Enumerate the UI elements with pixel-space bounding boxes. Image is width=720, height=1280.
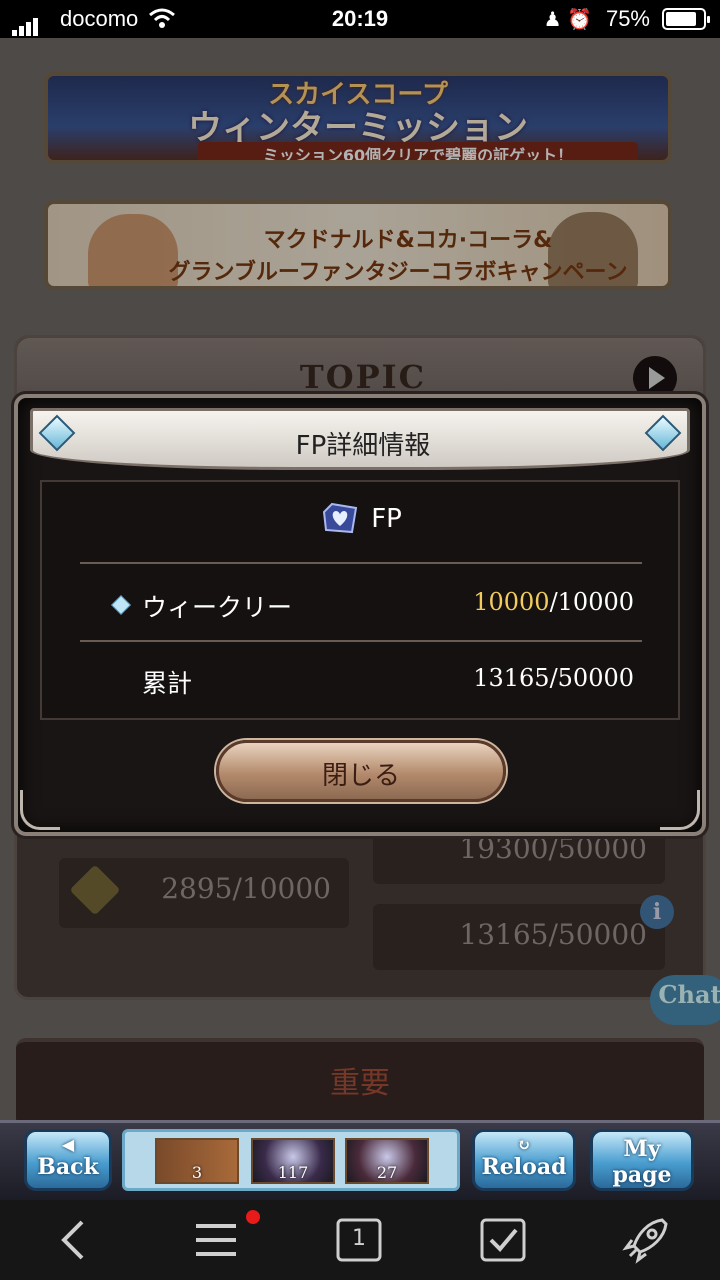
reload-button[interactable]: ↻ Reload bbox=[472, 1129, 576, 1191]
back-button[interactable]: ◀ Back bbox=[24, 1129, 112, 1191]
notification-dot bbox=[246, 1210, 260, 1224]
fp-heart-icon bbox=[322, 502, 358, 536]
alarm-icon: ♟ ⏰ bbox=[543, 9, 592, 31]
back-button-label: Back bbox=[37, 1154, 99, 1180]
status-bar: docomo 20:19 ♟ ⏰ 75% bbox=[0, 0, 720, 38]
mypage-button[interactable]: My page bbox=[590, 1129, 694, 1191]
frame-ornament bbox=[660, 790, 700, 830]
item-count: 27 bbox=[376, 1163, 398, 1182]
tab-count: 1 bbox=[352, 1226, 366, 1251]
item-count: 3 bbox=[191, 1163, 203, 1182]
total-label: 累計 bbox=[142, 669, 193, 698]
battery-icon bbox=[662, 8, 710, 30]
tabs-button[interactable]: 1 bbox=[330, 1214, 390, 1266]
dialog-body: FP ウィークリー 10000/10000 累計 13165/50000 bbox=[40, 480, 680, 720]
reload-button-label: Reload bbox=[481, 1154, 567, 1180]
reload-icon: ↻ bbox=[517, 1135, 531, 1154]
divider bbox=[80, 562, 642, 564]
diamond-bullet-icon bbox=[111, 595, 131, 615]
fp-heading: FP bbox=[42, 502, 682, 536]
item-slot[interactable]: 27 bbox=[345, 1138, 429, 1184]
close-button[interactable]: 閉じる bbox=[216, 740, 506, 802]
total-row: 累計 13165/50000 bbox=[42, 658, 682, 702]
back-arrow-icon: ◀ bbox=[61, 1135, 75, 1154]
checkbox-icon[interactable] bbox=[474, 1214, 534, 1266]
dialog-title: FP詳細情報 bbox=[295, 431, 431, 461]
total-value: 13165/50000 bbox=[473, 664, 634, 692]
weekly-label: ウィークリー bbox=[142, 593, 293, 622]
mypage-label-line1: My bbox=[623, 1136, 661, 1162]
battery-percent: 75% bbox=[605, 6, 650, 31]
item-count: 117 bbox=[277, 1163, 309, 1182]
weekly-row: ウィークリー 10000/10000 bbox=[42, 582, 682, 626]
divider bbox=[80, 640, 642, 642]
chevron-left-icon[interactable] bbox=[46, 1214, 106, 1266]
game-navbar: ◀ Back 3 117 27 ↻ Reload My page bbox=[0, 1120, 720, 1200]
weekly-value: 10000/10000 bbox=[473, 588, 634, 616]
frame-ornament bbox=[20, 790, 60, 830]
close-button-label: 閉じる bbox=[321, 761, 400, 791]
weekly-max: /10000 bbox=[549, 588, 634, 616]
weekly-current: 10000 bbox=[473, 588, 550, 616]
item-slot[interactable]: 3 bbox=[155, 1138, 239, 1184]
item-slot[interactable]: 117 bbox=[251, 1138, 335, 1184]
browser-toolbar: 1 bbox=[0, 1200, 720, 1280]
fp-detail-dialog: FP詳細情報 FP ウィークリー 10000/10000 累計 13165/50… bbox=[14, 394, 706, 836]
menu-icon[interactable] bbox=[186, 1214, 246, 1266]
fp-label: FP bbox=[371, 504, 402, 534]
rocket-icon[interactable] bbox=[618, 1214, 678, 1266]
mypage-label-line2: page bbox=[612, 1162, 672, 1188]
dialog-header: FP詳細情報 bbox=[30, 408, 690, 470]
game-screen: docomo 20:19 ♟ ⏰ 75% スカイスコープ ウィンターミッション … bbox=[0, 0, 720, 1280]
item-shortcuts: 3 117 27 bbox=[122, 1129, 460, 1191]
